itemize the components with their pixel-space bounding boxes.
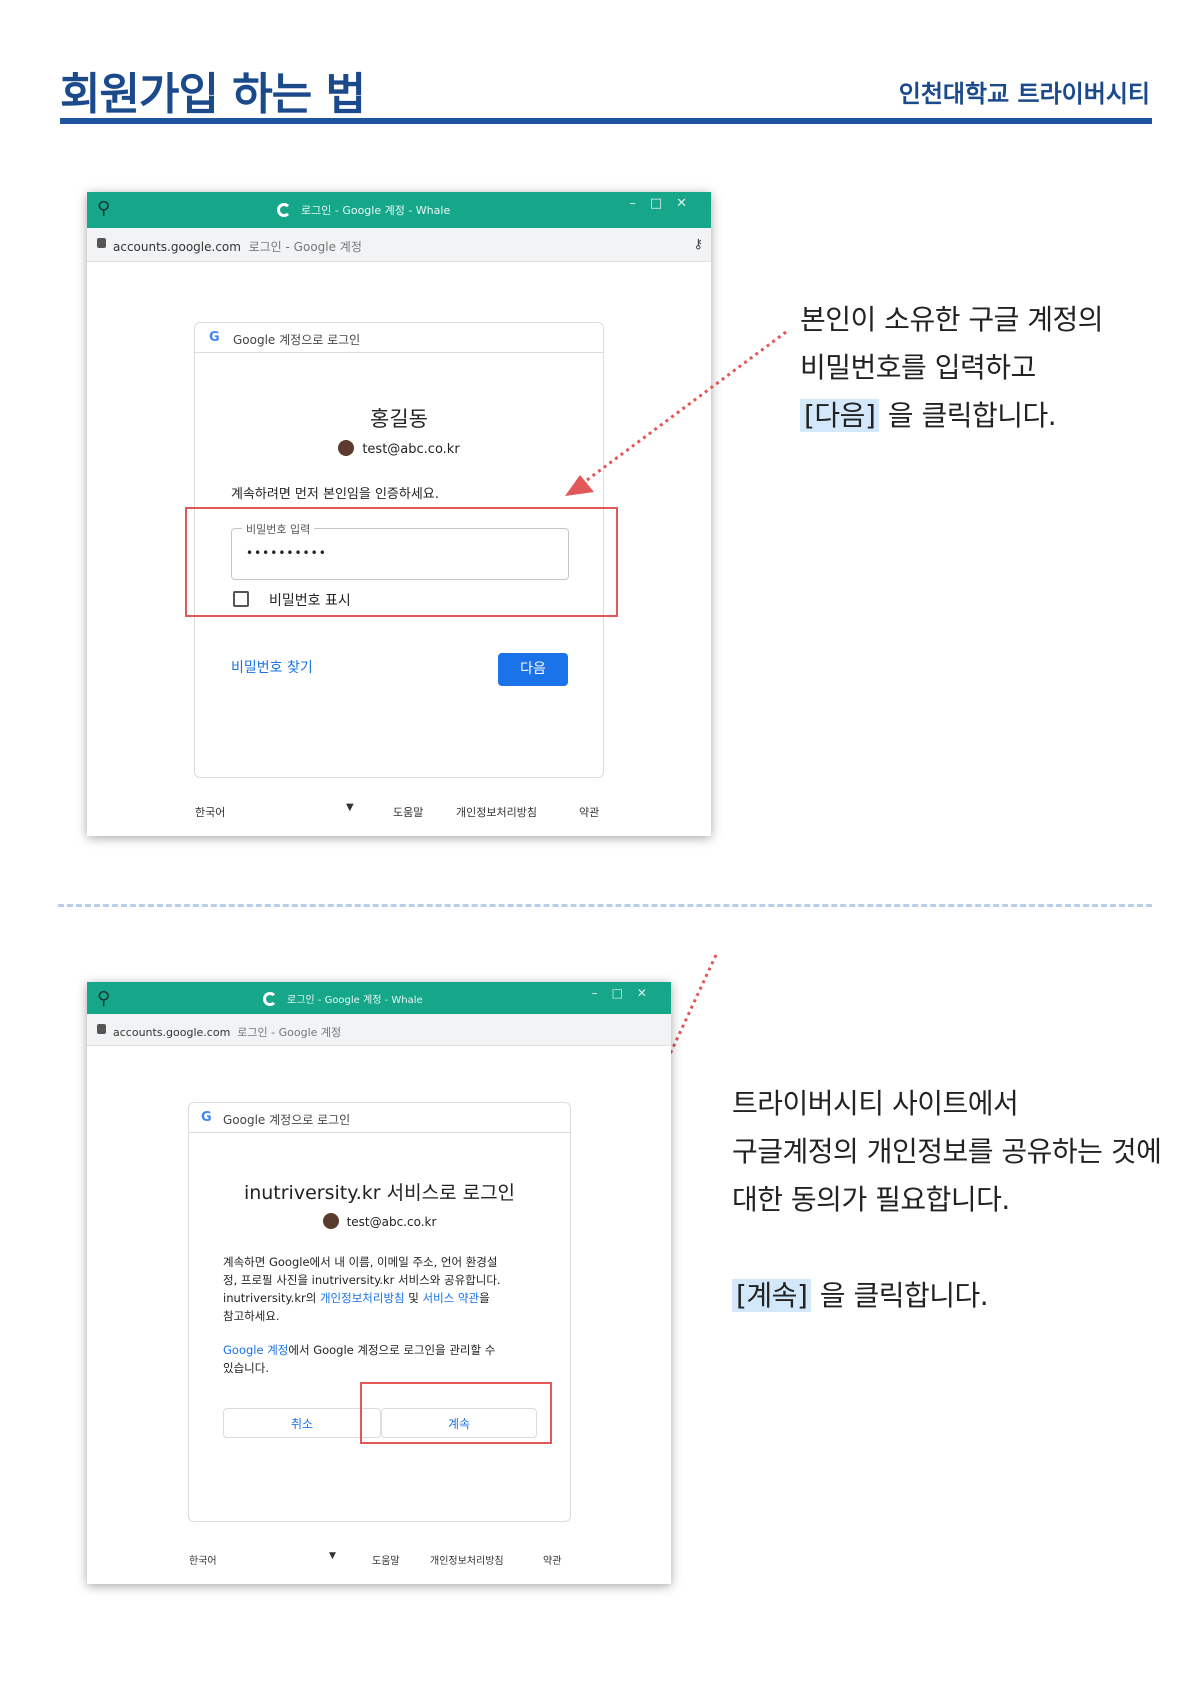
card-header: Google 계정으로 로그인 (223, 1113, 351, 1127)
key-icon[interactable]: ⚷ (693, 237, 703, 252)
note-line: 을 클릭합니다. (887, 399, 1057, 432)
note-line: 을 클릭합니다. (819, 1279, 989, 1312)
footer-terms-link[interactable]: 약관 (579, 804, 599, 820)
chevron-down-icon[interactable]: ▼ (346, 802, 354, 813)
page-title: 회원가입 하는 법 (60, 69, 366, 120)
address-bar[interactable]: accounts.google.com 로그인 - Google 계정 ⚷ (87, 228, 711, 262)
continue-highlight-box (360, 1382, 552, 1444)
note-line: 비밀번호를 입력하고 (800, 351, 1036, 384)
window-titlebar[interactable]: ⚲ 로그인 - Google 계정 - Whale –□✕ (87, 192, 711, 228)
footer-language-select[interactable]: 한국어 (189, 1552, 217, 1567)
note-line: 구글계정의 개인정보를 공유하는 것에 (732, 1135, 1162, 1168)
google-icon: G (209, 330, 220, 345)
step2-instruction: 트라이버시티 사이트에서 구글계정의 개인정보를 공유하는 것에 대한 동의가 … (732, 1080, 1162, 1320)
note-line: 본인이 소유한 구글 계정의 (800, 303, 1104, 336)
privacy-policy-link[interactable]: 개인정보처리방침 (320, 1291, 405, 1305)
service-terms-link[interactable]: 서비스 약관 (423, 1291, 480, 1305)
title-divider (60, 118, 1152, 124)
address-page-title: 로그인 - Google 계정 (237, 1026, 342, 1039)
footer-terms-link[interactable]: 약관 (543, 1552, 561, 1567)
pin-icon[interactable]: ⚲ (97, 198, 110, 219)
footer-help-link[interactable]: 도움말 (393, 804, 423, 820)
next-button[interactable]: 다음 (498, 653, 568, 686)
google-icon (263, 992, 277, 1006)
user-chip[interactable]: test@abc.co.kr (195, 440, 603, 457)
lock-icon (97, 238, 106, 248)
google-icon: G (201, 1110, 212, 1125)
user-name: 홍길동 (370, 407, 428, 431)
user-email: test@abc.co.kr (362, 442, 460, 457)
footer-help-link[interactable]: 도움말 (372, 1552, 400, 1567)
address-bar[interactable]: accounts.google.com 로그인 - Google 계정 (87, 1014, 671, 1046)
chevron-down-icon[interactable]: ▼ (329, 1551, 336, 1561)
address-page-title: 로그인 - Google 계정 (248, 240, 362, 254)
window-title: 로그인 - Google 계정 - Whale (287, 995, 423, 1006)
lock-icon (97, 1024, 106, 1034)
pin-icon[interactable]: ⚲ (97, 988, 110, 1009)
footer-privacy-link[interactable]: 개인정보처리방침 (456, 804, 537, 820)
user-chip[interactable]: test@abc.co.kr (189, 1213, 570, 1229)
footer-language-select[interactable]: 한국어 (195, 804, 225, 820)
note-line: 대한 동의가 필요합니다. (732, 1183, 1010, 1216)
service-title: inutriversity.kr 서비스로 로그인 (243, 1182, 516, 1204)
language-label: 한국어 (195, 806, 226, 819)
address-url: accounts.google.com (113, 240, 241, 254)
window-controls[interactable]: –□✕ (629, 196, 701, 211)
card-header: Google 계정으로 로그인 (233, 333, 361, 347)
browser-window-step2: ⚲ 로그인 - Google 계정 - Whale –□✕ accounts.g… (87, 982, 671, 1584)
consent-card: G Google 계정으로 로그인 inutriversity.kr 서비스로 … (188, 1102, 571, 1522)
address-url: accounts.google.com (113, 1026, 231, 1039)
footer-privacy-link[interactable]: 개인정보처리방침 (430, 1552, 504, 1567)
note-line: 트라이버시티 사이트에서 (732, 1087, 1019, 1120)
user-email: test@abc.co.kr (346, 1215, 437, 1229)
avatar (338, 440, 355, 456)
note-highlight: [계속] (732, 1279, 812, 1312)
window-titlebar[interactable]: ⚲ 로그인 - Google 계정 - Whale –□✕ (87, 982, 671, 1014)
section-divider (58, 904, 1152, 907)
window-title: 로그인 - Google 계정 - Whale (301, 204, 451, 217)
avatar (322, 1213, 339, 1229)
window-controls[interactable]: –□✕ (592, 986, 661, 1000)
manage-text: Google 계정에서 Google 계정으로 로그인을 관리할 수 있습니다. (223, 1343, 496, 1375)
password-highlight-box (185, 507, 618, 617)
cancel-button[interactable]: 취소 (223, 1408, 381, 1438)
forgot-password-link[interactable]: 비밀번호 찾기 (231, 657, 313, 677)
step1-instruction: 본인이 소유한 구글 계정의 비밀번호를 입력하고 [다음] 을 클릭합니다. (800, 296, 1104, 440)
organization-name: 인천대학교 트라이버시티 (898, 80, 1150, 108)
note-highlight: [다음] (800, 399, 880, 432)
verify-text: 계속하려면 먼저 본인임을 인증하세요. (231, 487, 439, 502)
consent-text: 계속하면 Google에서 내 이름, 이메일 주소, 언어 환경설 정, 프로… (223, 1255, 501, 1323)
google-icon (277, 203, 291, 217)
google-account-link[interactable]: Google 계정 (223, 1343, 288, 1357)
